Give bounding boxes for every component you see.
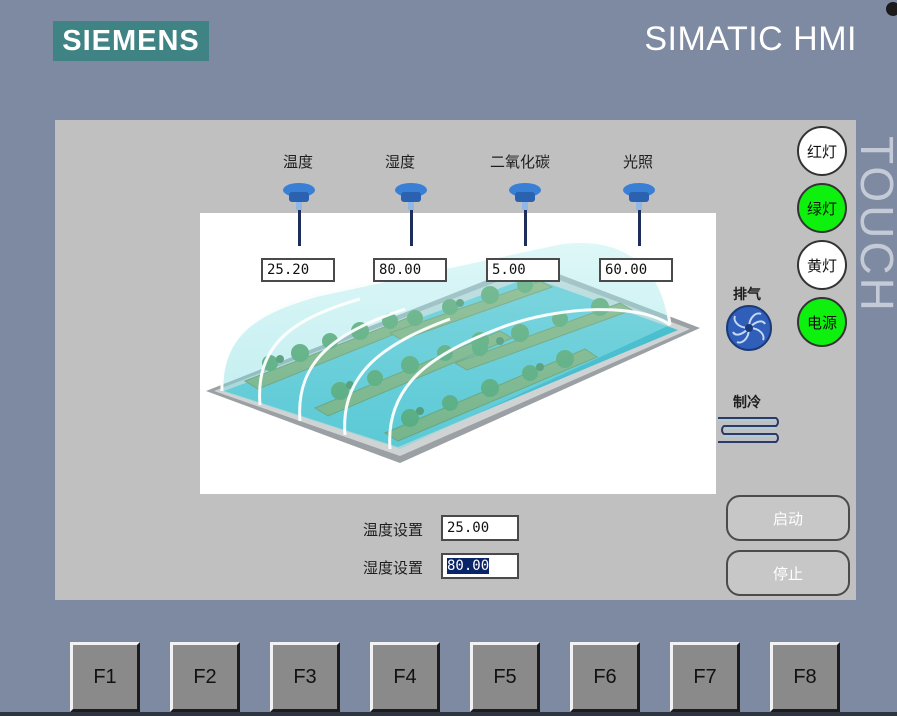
sensor-label-humidity: 湿度 (384, 153, 415, 171)
humidity-setpoint-label: 湿度设置 (363, 559, 424, 577)
product-title: SIMATIC HMI (644, 20, 857, 58)
panel-corner-dot (886, 2, 897, 16)
function-key-f5[interactable]: F5 (470, 642, 540, 712)
exhaust-label: 排气 (733, 287, 761, 303)
sensor-probe-icon (509, 183, 541, 246)
cooling-coil-icon (718, 417, 779, 443)
temperature-value: 25.20 (261, 258, 335, 282)
touch-text: TOUCH (851, 136, 897, 314)
function-key-f2[interactable]: F2 (170, 642, 240, 712)
function-key-f1[interactable]: F1 (70, 642, 140, 712)
hmi-screen: 温度 湿度 二氧化碳 光照 25.20 80.00 5.00 60.00 排气 … (55, 120, 856, 600)
function-key-f6[interactable]: F6 (570, 642, 640, 712)
sensor-probe-icon (395, 183, 427, 246)
light-value: 60.00 (599, 258, 673, 282)
red-lamp-indicator: 红灯 (797, 126, 847, 176)
exhaust-fan-icon (726, 305, 772, 351)
humidity-setpoint-input[interactable]: 80.00 (441, 553, 519, 579)
humidity-value: 80.00 (373, 258, 447, 282)
function-key-f3[interactable]: F3 (270, 642, 340, 712)
temperature-setpoint-label: 温度设置 (363, 521, 424, 539)
sensor-label-light: 光照 (622, 153, 653, 171)
sensor-label-co2: 二氧化碳 (489, 153, 550, 171)
function-key-f7[interactable]: F7 (670, 642, 740, 712)
touch-label: TOUCH (851, 120, 897, 330)
yellow-lamp-indicator: 黄灯 (797, 240, 847, 290)
greenhouse-icon (206, 240, 700, 463)
greenhouse-image (200, 213, 716, 494)
stop-button[interactable]: 停止 (726, 550, 850, 596)
start-button[interactable]: 启动 (726, 495, 850, 541)
function-key-f4[interactable]: F4 (370, 642, 440, 712)
sensor-probe-icon (623, 183, 655, 246)
power-lamp-indicator: 电源 (797, 297, 847, 347)
sensor-probe-icon (283, 183, 315, 246)
panel-bottom-edge (0, 712, 897, 716)
green-lamp-indicator: 绿灯 (797, 183, 847, 233)
sensor-label-temperature: 温度 (282, 153, 313, 171)
hmi-panel: SIEMENS SIMATIC HMI TOUCH 温度 湿度 二氧化碳 光照 … (0, 0, 897, 716)
humidity-setpoint-selected-text: 80.00 (447, 558, 490, 574)
siemens-logo: SIEMENS (53, 21, 209, 61)
function-key-f8[interactable]: F8 (770, 642, 840, 712)
cooling-label: 制冷 (733, 395, 761, 411)
temperature-setpoint-input[interactable]: 25.00 (441, 515, 519, 541)
co2-value: 5.00 (486, 258, 560, 282)
